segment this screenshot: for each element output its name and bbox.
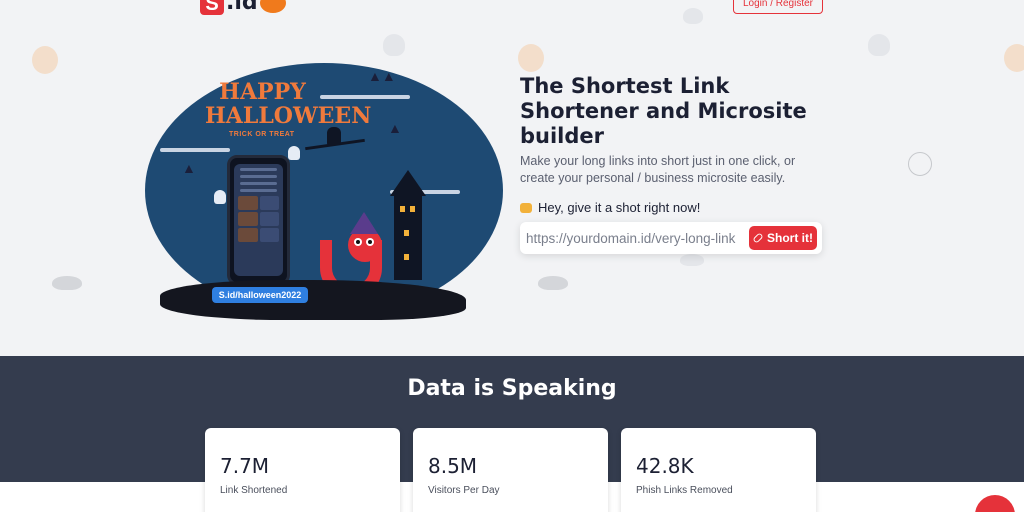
bat-decoration-icon (52, 276, 82, 290)
example-short-url-badge: S.id/halloween2022 (212, 287, 308, 303)
login-register-button[interactable]: Login / Register (733, 0, 823, 14)
stat-label: Phish Links Removed (636, 485, 733, 496)
phone-image-tile (238, 196, 258, 210)
stat-label: Link Shortened (220, 485, 288, 496)
mascot-eye (366, 238, 374, 246)
trick-or-treat-text: TRICK OR TREAT (229, 131, 295, 138)
ghost-icon (214, 190, 226, 204)
hero-hint: Hey, give it a shot right now! (520, 200, 700, 215)
lighthouse-window (400, 206, 405, 212)
phone-screen-line (240, 189, 277, 192)
stat-card-phish: 42.8K Phish Links Removed (621, 428, 816, 512)
bat-icon: ▲▲ (368, 68, 396, 84)
short-it-button[interactable]: Short it! (749, 226, 817, 250)
stats-title: Data is Speaking (407, 376, 617, 401)
cloud-decoration (320, 95, 410, 99)
witch-shape (327, 127, 341, 145)
candy-decoration-icon (683, 8, 703, 24)
hero-hint-text: Hey, give it a shot right now! (538, 200, 701, 215)
logo-mark: S (200, 0, 224, 15)
phone-image-tile (259, 212, 279, 226)
stat-card-visitors: 8.5M Visitors Per Day (413, 428, 608, 512)
witch-hat-icon (350, 212, 378, 234)
spiderweb-decoration-icon (908, 152, 932, 176)
bat-decoration-icon (538, 276, 568, 290)
phone-image-tile (259, 228, 279, 242)
phone-image-tile (238, 228, 258, 242)
phone-image-tile (259, 196, 279, 210)
logo-text: .id (226, 0, 258, 15)
link-shortener-form: Short it! (520, 222, 822, 254)
long-url-input[interactable] (526, 226, 748, 250)
witch-on-broom-icon (305, 125, 365, 159)
hero-ground (160, 280, 466, 320)
lighthouse-window (404, 254, 409, 260)
lighthouse-icon (390, 170, 426, 280)
pumpkin-decoration-icon (32, 46, 58, 74)
phone-image-tile (238, 212, 258, 226)
cloud-decoration (160, 148, 230, 152)
hero-description: Make your long links into short just in … (520, 154, 796, 185)
stat-value: 8.5M (428, 454, 478, 478)
phone-screen (234, 164, 283, 276)
site-logo[interactable]: S .id (200, 0, 286, 15)
stat-card-links: 7.7M Link Shortened (205, 428, 400, 512)
pumpkin-decoration-icon (1004, 44, 1024, 72)
phone-mockup (227, 155, 290, 285)
pointing-hand-icon (520, 202, 532, 213)
stat-value: 42.8K (636, 454, 694, 478)
lighthouse-body (394, 194, 422, 280)
candy-decoration-icon (680, 254, 704, 266)
lighthouse-window (404, 230, 409, 236)
mascot-eye (354, 238, 362, 246)
pumpkin-decoration-icon (518, 44, 544, 72)
ghost-icon (288, 146, 300, 160)
phone-screen-line (240, 175, 277, 178)
phone-image-grid (238, 196, 279, 242)
phone-screen-line (240, 182, 277, 185)
stat-value: 7.7M (220, 454, 270, 478)
pumpkin-logo-icon (259, 0, 286, 13)
link-icon (752, 232, 764, 244)
short-it-label: Short it! (767, 231, 813, 245)
lighthouse-window (410, 206, 415, 212)
phone-screen-line (240, 168, 277, 171)
hero-title: The Shortest Link Shortener and Microsit… (520, 74, 807, 148)
stat-label: Visitors Per Day (428, 485, 500, 496)
lighthouse-roof (390, 170, 426, 196)
ghost-decoration-icon (868, 34, 890, 56)
bat-icon: ▲ (182, 160, 196, 176)
bat-icon: ▲ (388, 120, 402, 136)
happy-halloween-title: HAPPY HALLOWEEN (205, 79, 372, 129)
ghost-decoration-icon (383, 34, 405, 56)
